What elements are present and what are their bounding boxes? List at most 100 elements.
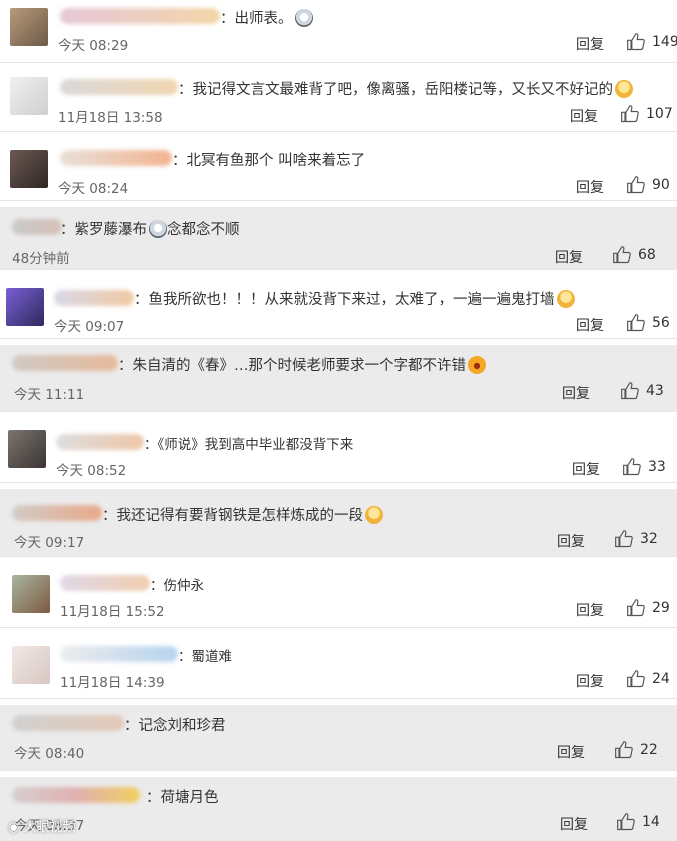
comment-text: ：紫罗藤瀑布 念都念不顺 [60, 220, 240, 238]
like-count: 107 [646, 106, 673, 122]
comment-card: ：我记得文言文最难背了吧，像离骚，岳阳楼记等，又长又不好记的 11月18日 13… [0, 69, 677, 132]
comment-time: 今天 08:40 [14, 746, 85, 762]
comment-card: ：紫罗藤瀑布 念都念不顺 48分钟前 回复 68 [0, 207, 677, 270]
avatar[interactable] [12, 575, 50, 613]
comment-text: ：《师说》我到高中毕业都没背下来 [144, 437, 354, 453]
like-button[interactable]: 33 [622, 457, 666, 477]
surprised-face-emoji-icon [149, 220, 167, 238]
username-blurred[interactable] [12, 715, 124, 731]
surprised-face-emoji-icon [294, 9, 313, 27]
username-blurred[interactable] [12, 219, 62, 235]
comment-time: 11月18日 13:58 [58, 110, 163, 126]
comment-time: 今天 08:52 [56, 463, 127, 479]
comment-time: 今天 09:17 [14, 535, 85, 551]
username-blurred[interactable] [54, 290, 134, 306]
username-blurred[interactable] [60, 646, 178, 662]
thumbs-up-icon [615, 741, 633, 759]
username-blurred[interactable] [56, 434, 144, 450]
avatar[interactable] [6, 288, 44, 326]
like-count: 24 [652, 671, 670, 687]
like-count: 33 [648, 459, 666, 475]
comment-card: ：伤仲永 11月18日 15:52 回复 29 [0, 563, 677, 628]
comment-time: 11月18日 14:39 [60, 675, 165, 691]
like-button[interactable]: 14 [616, 812, 660, 832]
reply-button[interactable]: 回复 [562, 383, 590, 403]
like-count: 29 [652, 600, 670, 616]
comment-card: ：朱自清的《春》…那个时候老师要求一个字都不许错 今天 11:11 回复 43 [0, 345, 677, 412]
comment-time: 今天 08:24 [58, 181, 129, 197]
reply-button[interactable]: 回复 [560, 814, 588, 834]
avatar[interactable] [10, 77, 48, 115]
username-blurred[interactable] [60, 150, 172, 166]
reply-button[interactable]: 回复 [572, 459, 600, 479]
reply-button[interactable]: 回复 [576, 315, 604, 335]
thumbs-up-icon [623, 458, 641, 476]
laughing-emoji-icon [556, 290, 575, 308]
comment-card: ：北冥有鱼那个 叫啥来着忘了 今天 08:24 回复 90 [0, 138, 677, 201]
like-button[interactable]: 107 [620, 104, 673, 124]
username-blurred[interactable] [12, 355, 118, 371]
comment-time: 今天 08:29 [58, 38, 129, 54]
comment-time: 48分钟前 [12, 251, 70, 267]
comment-text: ：蜀道难 [178, 649, 232, 665]
comment-card: ：记念刘和珍君 今天 08:40 回复 22 [0, 705, 677, 771]
like-button[interactable]: 24 [626, 669, 670, 689]
like-button[interactable]: 29 [626, 598, 670, 618]
avatar[interactable] [12, 646, 50, 684]
like-button[interactable]: 90 [626, 175, 670, 195]
reply-button[interactable]: 回复 [557, 531, 585, 551]
like-count: 149 [652, 34, 677, 50]
watermark: ◉ 大眼视频 [8, 820, 76, 835]
like-count: 22 [640, 742, 658, 758]
thumbs-up-icon [627, 33, 645, 51]
comment-card: ：鱼我所欲也！！！从来就没背下来过，太难了，一遍一遍鬼打墙 今天 09:07 回… [0, 276, 677, 339]
like-button[interactable]: 22 [614, 740, 658, 760]
thumbs-up-icon [627, 176, 645, 194]
avatar[interactable] [10, 150, 48, 188]
comment-time: 今天 09:07 [54, 319, 125, 335]
comment-card: ：《师说》我到高中毕业都没背下来 今天 08:52 回复 33 [0, 418, 677, 483]
reply-button[interactable]: 回复 [576, 34, 604, 54]
shocked-face-emoji-icon [468, 356, 486, 374]
comment-text: ：北冥有鱼那个 叫啥来着忘了 [172, 153, 366, 169]
reply-button[interactable]: 回复 [570, 106, 598, 126]
like-button[interactable]: 32 [614, 529, 658, 549]
like-count: 32 [640, 531, 658, 547]
username-blurred[interactable] [12, 505, 102, 521]
like-count: 56 [652, 315, 670, 331]
avatar[interactable] [8, 430, 46, 468]
username-blurred[interactable] [60, 8, 220, 24]
comment-text: ：鱼我所欲也！！！从来就没背下来过，太难了，一遍一遍鬼打墙 [134, 288, 575, 309]
avatar[interactable] [10, 8, 48, 46]
like-button[interactable]: 56 [626, 313, 670, 333]
thumbs-up-icon [615, 530, 633, 548]
like-button[interactable]: 43 [620, 381, 664, 401]
like-button[interactable]: 68 [612, 245, 656, 265]
comment-time: 11月18日 15:52 [60, 604, 165, 620]
reply-button[interactable]: 回复 [576, 600, 604, 620]
thumbs-up-icon [627, 599, 645, 617]
reply-button[interactable]: 回复 [576, 671, 604, 691]
reply-button[interactable]: 回复 [576, 177, 604, 197]
comment-card: ：荷塘月色 今天 08:37 回复 14 ◉ 大眼视频 [0, 777, 677, 841]
comment-text: ：出师表。 [220, 7, 313, 28]
comment-text: ：我还记得有要背钢铁是怎样炼成的一段 [102, 504, 383, 525]
comment-text: ：朱自清的《春》…那个时候老师要求一个字都不许错 [118, 354, 486, 375]
thumbs-up-icon [627, 314, 645, 332]
like-count: 90 [652, 177, 670, 193]
thumbs-up-icon [621, 105, 639, 123]
laughing-emoji-icon [365, 506, 383, 524]
like-button[interactable]: 149 [626, 32, 677, 52]
like-count: 14 [642, 814, 660, 830]
username-blurred[interactable] [60, 79, 178, 95]
comment-card: ：我还记得有要背钢铁是怎样炼成的一段 今天 09:17 回复 32 [0, 489, 677, 557]
thumbs-up-icon [621, 382, 639, 400]
like-count: 43 [646, 383, 664, 399]
reply-button[interactable]: 回复 [557, 742, 585, 762]
username-blurred[interactable] [60, 575, 150, 591]
comment-text: ：记念刘和珍君 [124, 718, 226, 734]
comment-text: ：荷塘月色 [146, 790, 219, 806]
username-blurred[interactable] [12, 787, 140, 803]
comment-card: ：出师表。 今天 08:29 回复 149 [0, 0, 677, 63]
reply-button[interactable]: 回复 [555, 247, 583, 267]
